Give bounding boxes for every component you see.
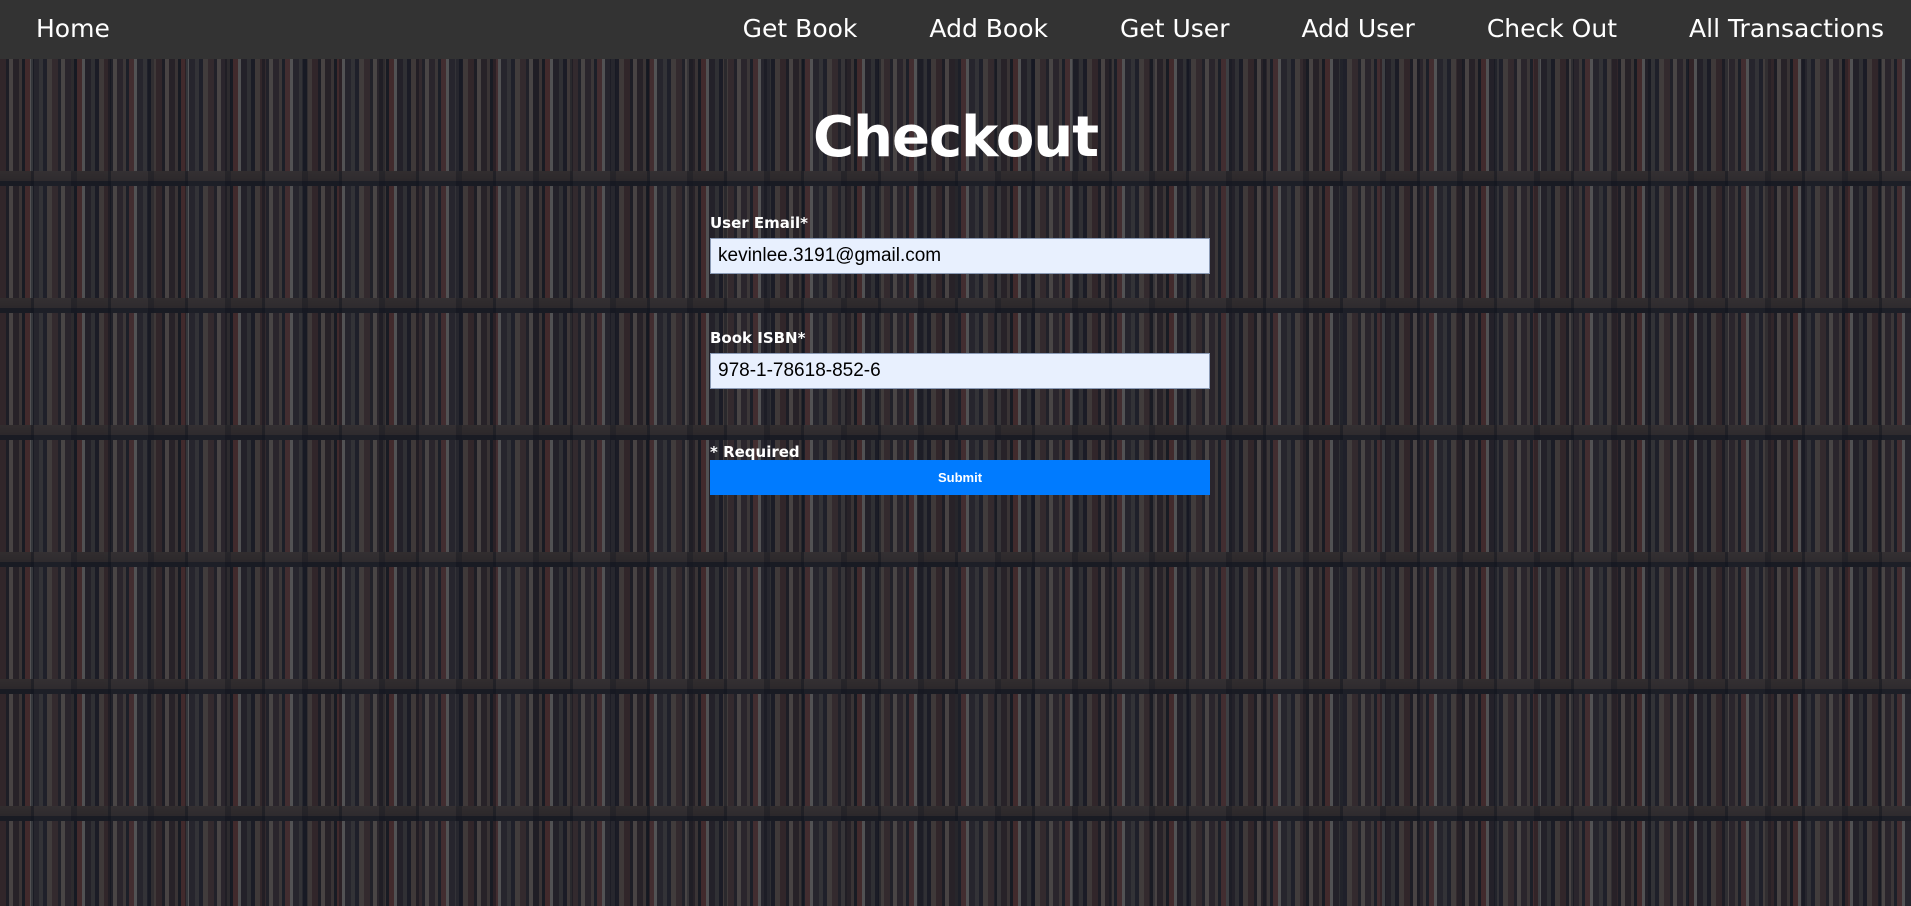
nav-link-get-user[interactable]: Get User — [1120, 0, 1230, 59]
book-isbn-input[interactable] — [710, 353, 1210, 389]
nav-link-add-book[interactable]: Add Book — [929, 0, 1048, 59]
nav-links-right: Get Book Add Book Get User Add User Chec… — [743, 0, 1884, 59]
user-email-label: User Email* — [710, 214, 809, 232]
navbar: Home Get Book Add Book Get User Add User… — [0, 0, 1911, 59]
required-note: * Required — [710, 443, 800, 461]
book-isbn-label: Book ISBN* — [710, 329, 806, 347]
nav-link-get-book[interactable]: Get Book — [743, 0, 858, 59]
nav-link-all-transactions[interactable]: All Transactions — [1689, 0, 1884, 59]
page-title: Checkout — [813, 105, 1099, 170]
submit-button[interactable]: Submit — [710, 460, 1210, 495]
nav-link-check-out[interactable]: Check Out — [1487, 0, 1617, 59]
nav-link-home[interactable]: Home — [36, 0, 110, 59]
nav-link-add-user[interactable]: Add User — [1301, 0, 1414, 59]
user-email-input[interactable] — [710, 238, 1210, 274]
